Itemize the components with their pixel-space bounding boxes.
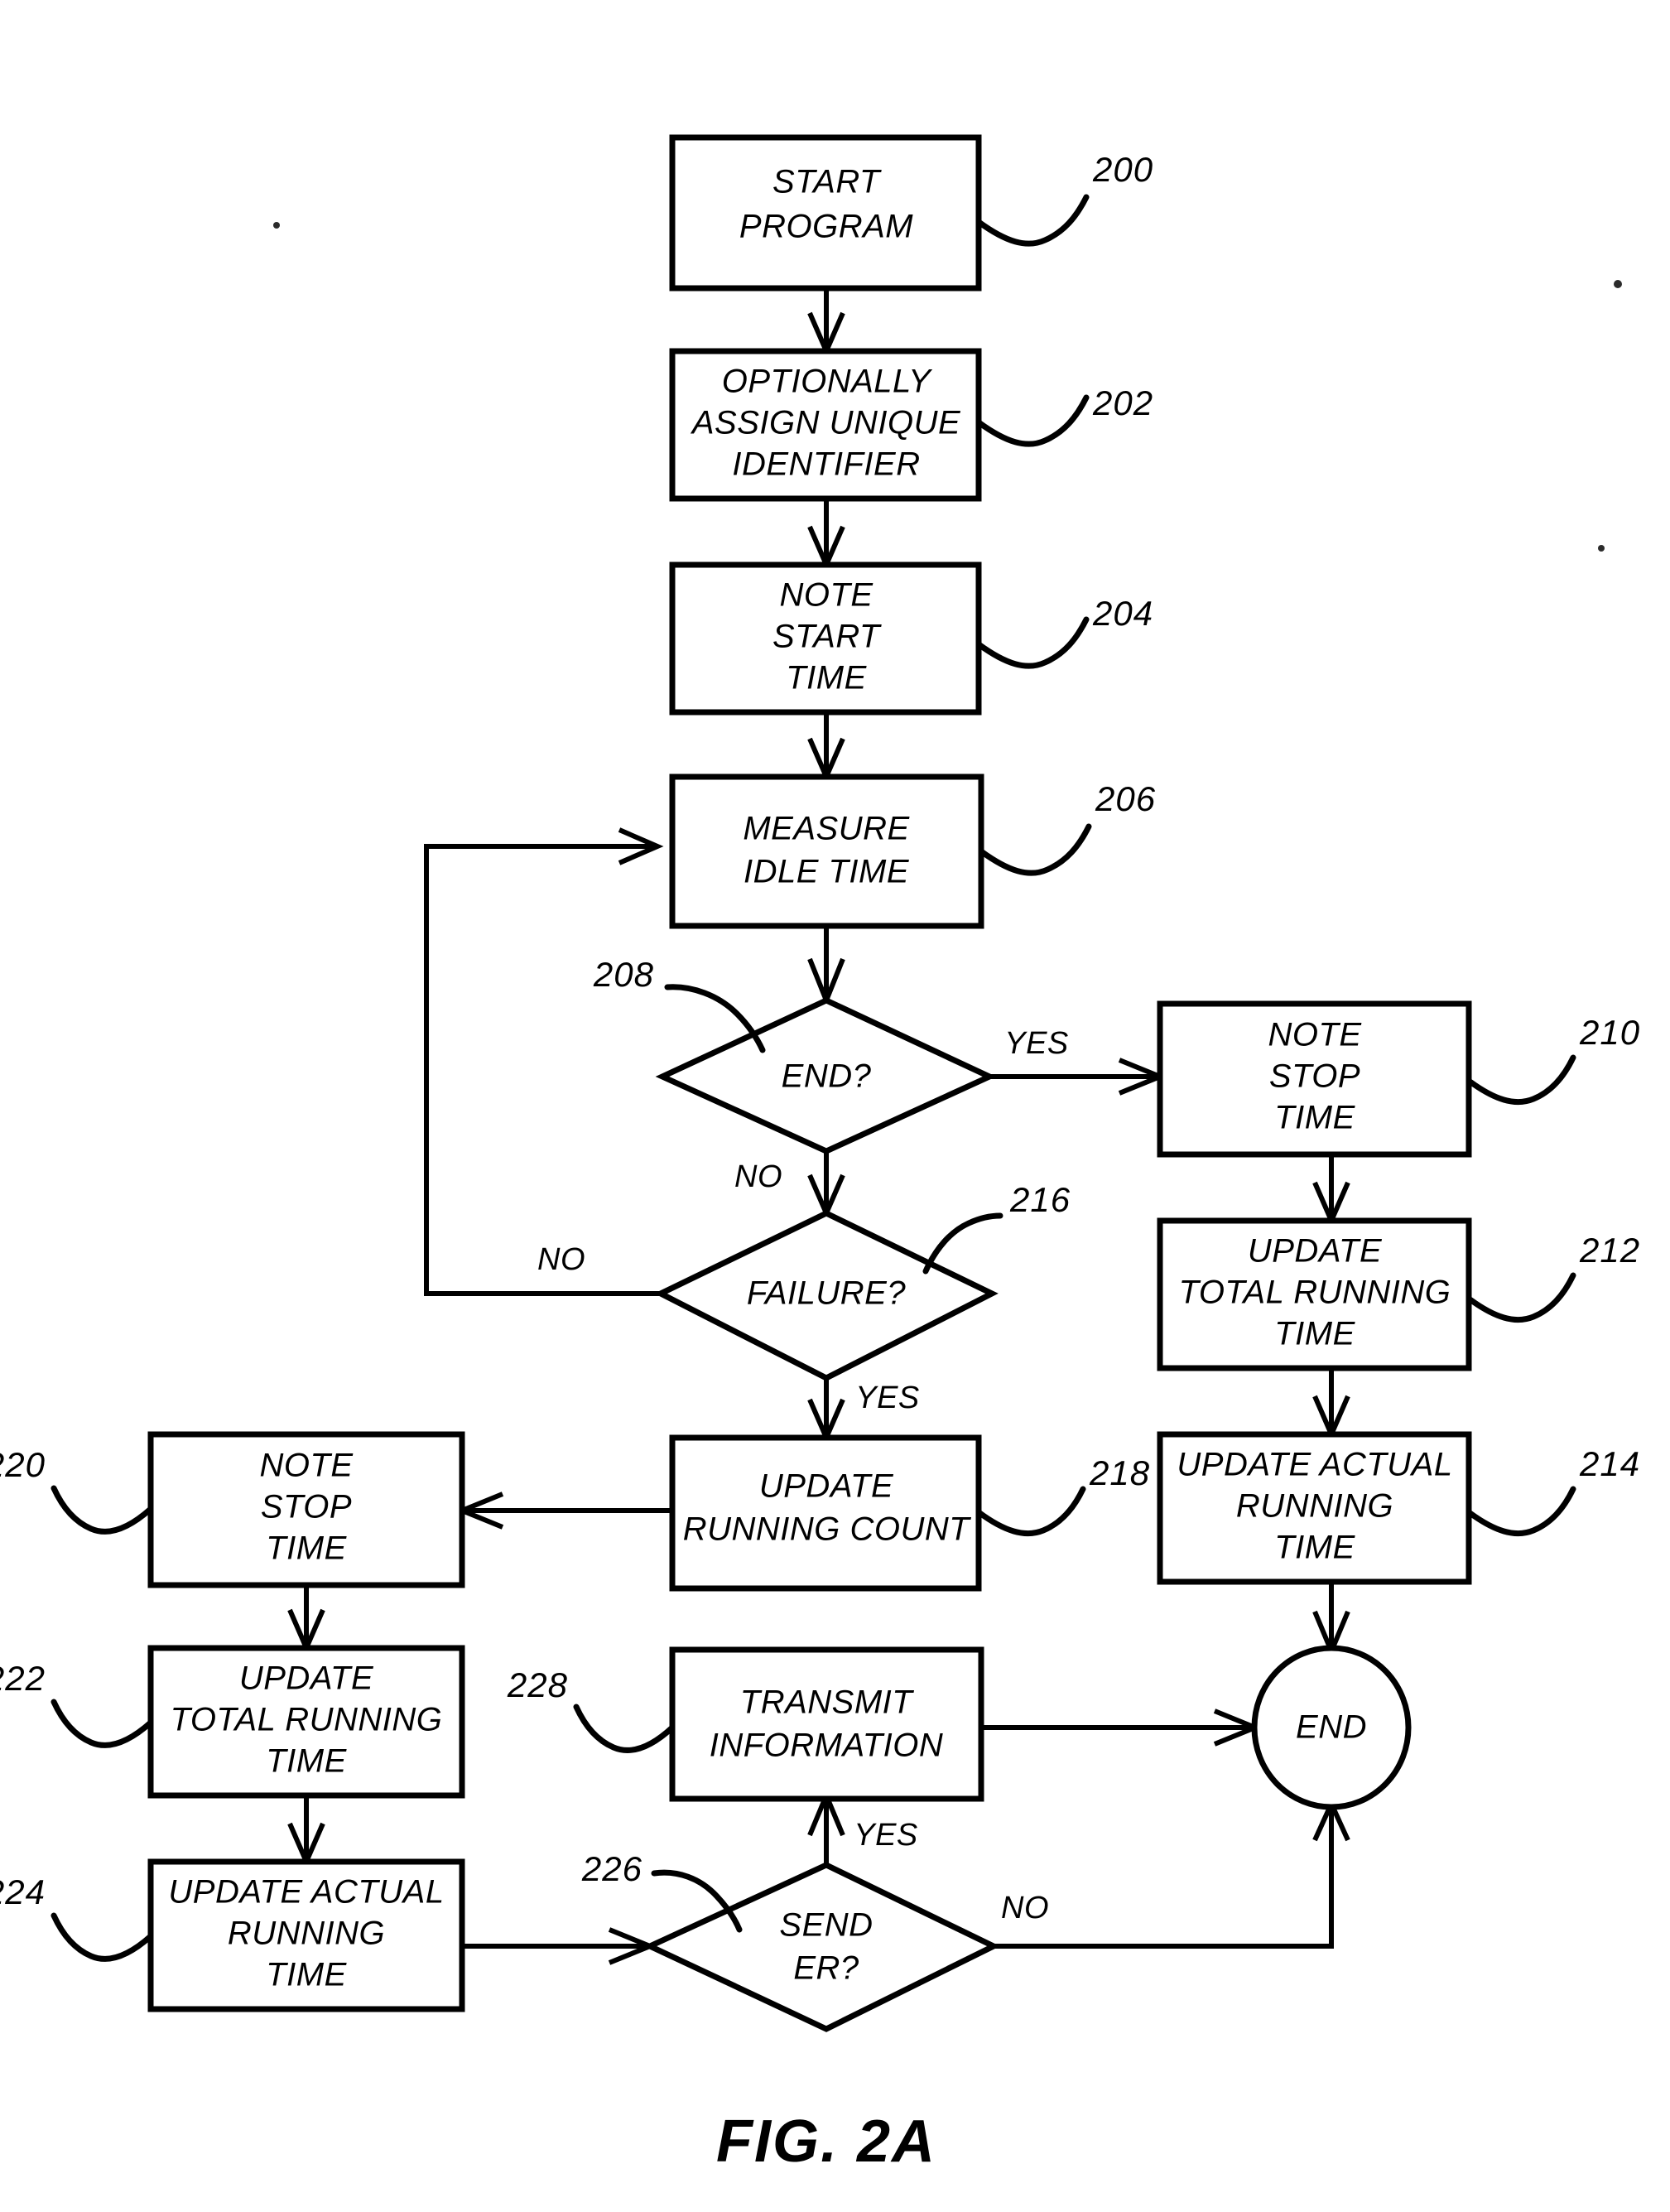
edge-label-end-no: NO	[734, 1159, 782, 1194]
note-stop-time-right-label-line1: NOTE	[1268, 1017, 1362, 1053]
leader-line-224	[51, 1912, 154, 1962]
update-total-left-label-line1: UPDATE	[239, 1660, 374, 1697]
ref-number-220: 220	[0, 1445, 46, 1484]
node-note-start-time[interactable]: NOTE START TIME 204	[669, 561, 1153, 716]
update-running-count-label-line2: RUNNING COUNT	[683, 1511, 972, 1548]
figure-container: START PROGRAM 200 OPTIONALLY ASSIGN UNIQ…	[0, 0, 1670, 2212]
node-end-terminal[interactable]: END	[1251, 1645, 1412, 1810]
flowchart-svg: START PROGRAM 200 OPTIONALLY ASSIGN UNIQ…	[0, 134, 1640, 2175]
leader-line-206	[978, 823, 1092, 876]
update-actual-right-label-line1: UPDATE ACTUAL	[1177, 1447, 1452, 1483]
node-transmit-information[interactable]: TRANSMIT INFORMATION 228	[507, 1646, 984, 1802]
ref-number-202: 202	[1092, 383, 1153, 422]
ref-number-200: 200	[1092, 150, 1153, 189]
ref-number-226: 226	[581, 1849, 642, 1888]
leader-line-212	[1465, 1272, 1576, 1323]
node-update-running-count[interactable]: UPDATE RUNNING COUNT 218	[669, 1434, 1150, 1592]
leader-line-216	[922, 1212, 1003, 1275]
note-start-time-label-line2: START	[772, 619, 882, 655]
measure-idle-time-box[interactable]	[669, 773, 984, 929]
start-program-label-line1: START	[772, 164, 882, 200]
ref-number-210: 210	[1579, 1013, 1640, 1052]
update-actual-left-label-line2: RUNNING	[228, 1916, 385, 1952]
note-stop-time-right-label-line3: TIME	[1274, 1100, 1355, 1136]
note-stop-time-left-label-line3: TIME	[266, 1530, 347, 1567]
node-assign-identifier[interactable]: OPTIONALLY ASSIGN UNIQUE IDENTIFIER 202	[669, 348, 1153, 502]
node-note-stop-time-left[interactable]: NOTE STOP TIME 220	[0, 1431, 465, 1588]
update-total-right-label-line1: UPDATE	[1248, 1233, 1383, 1270]
node-update-actual-running-time-left[interactable]: UPDATE ACTUAL RUNNING TIME 224	[0, 1858, 465, 2012]
transmit-information-box[interactable]	[669, 1646, 984, 1802]
scan-speck-right	[1614, 280, 1622, 288]
leader-line-228	[573, 1704, 676, 1753]
leader-line-202	[975, 394, 1090, 447]
ref-number-216: 216	[1009, 1180, 1071, 1219]
scan-speck-left	[273, 222, 280, 229]
transmit-information-label-line2: INFORMATION	[710, 1728, 944, 1764]
node-update-total-running-time-right[interactable]: UPDATE TOTAL RUNNING TIME 212	[1157, 1217, 1640, 1371]
note-start-time-label-line3: TIME	[786, 660, 867, 696]
leader-line-210	[1465, 1054, 1576, 1106]
leader-line-222	[51, 1699, 154, 1748]
edge-label-sender-no: NO	[1001, 1891, 1049, 1925]
ref-number-228: 228	[507, 1665, 568, 1704]
node-update-total-running-time-left[interactable]: UPDATE TOTAL RUNNING TIME 222	[0, 1645, 465, 1799]
ref-number-222: 222	[0, 1659, 46, 1698]
assign-identifier-label-line3: IDENTIFIER	[732, 446, 920, 483]
note-stop-time-left-label-line1: NOTE	[259, 1448, 354, 1484]
edge-label-failure-no: NO	[537, 1242, 585, 1277]
start-program-label-line2: PROGRAM	[739, 209, 913, 245]
note-start-time-label-line1: NOTE	[779, 577, 874, 614]
node-note-stop-time-right[interactable]: NOTE STOP TIME 210	[1157, 1000, 1640, 1158]
sender-decision-label-line2: ER?	[793, 1950, 859, 1987]
node-start-program[interactable]: START PROGRAM 200	[669, 134, 1153, 292]
ref-number-224: 224	[0, 1872, 46, 1911]
end-decision-label: END?	[782, 1058, 872, 1095]
node-sender-decision[interactable]: SEND ER? 226 YES NO	[581, 1818, 1049, 2032]
update-total-left-label-line3: TIME	[266, 1743, 347, 1780]
leader-line-200	[975, 194, 1090, 247]
ref-number-206: 206	[1095, 779, 1156, 818]
update-total-right-label-line3: TIME	[1274, 1316, 1355, 1352]
edge-label-sender-yes: YES	[854, 1818, 918, 1853]
note-stop-time-left-label-line2: STOP	[261, 1489, 352, 1525]
node-measure-idle-time[interactable]: MEASURE IDLE TIME 206	[669, 773, 1156, 929]
leader-line-220	[51, 1485, 154, 1535]
update-total-right-label-line2: TOTAL RUNNING	[1179, 1275, 1451, 1311]
transmit-information-label-line1: TRANSMIT	[740, 1684, 915, 1721]
node-failure-decision[interactable]: FAILURE? 216 NO YES	[537, 1180, 1071, 1415]
edge-label-failure-yes: YES	[855, 1381, 920, 1415]
measure-idle-time-label-line2: IDLE TIME	[744, 854, 910, 890]
update-actual-left-label-line3: TIME	[266, 1957, 347, 1993]
edge-label-end-yes: YES	[1004, 1026, 1069, 1061]
ref-number-212: 212	[1579, 1231, 1640, 1270]
end-terminal-label: END	[1296, 1709, 1367, 1746]
ref-number-218: 218	[1089, 1453, 1150, 1492]
update-actual-right-label-line2: RUNNING	[1236, 1488, 1393, 1525]
leader-line-214	[1465, 1486, 1576, 1537]
note-stop-time-right-label-line2: STOP	[1269, 1058, 1360, 1095]
scan-speck-right-lower	[1598, 545, 1605, 552]
ref-number-214: 214	[1579, 1444, 1640, 1483]
leader-line-204	[975, 616, 1090, 669]
ref-number-208: 208	[593, 955, 654, 994]
sender-decision-diamond[interactable]	[642, 1862, 1000, 2032]
assign-identifier-label-line2: ASSIGN UNIQUE	[691, 405, 961, 441]
update-actual-left-label-line1: UPDATE ACTUAL	[168, 1874, 444, 1911]
update-actual-right-label-line3: TIME	[1274, 1530, 1355, 1566]
update-running-count-label-line1: UPDATE	[759, 1468, 894, 1505]
leader-line-218	[975, 1486, 1086, 1537]
edge-failure-no-loop	[424, 844, 661, 1296]
measure-idle-time-label-line1: MEASURE	[743, 811, 910, 847]
ref-number-204: 204	[1092, 594, 1153, 633]
update-total-left-label-line2: TOTAL RUNNING	[171, 1702, 443, 1738]
failure-decision-label: FAILURE?	[747, 1275, 906, 1312]
figure-caption: FIG. 2A	[716, 2108, 936, 2175]
sender-decision-label-line1: SEND	[779, 1907, 873, 1944]
assign-identifier-label-line1: OPTIONALLY	[722, 364, 933, 400]
node-update-actual-running-time-right[interactable]: UPDATE ACTUAL RUNNING TIME 214	[1157, 1431, 1640, 1585]
